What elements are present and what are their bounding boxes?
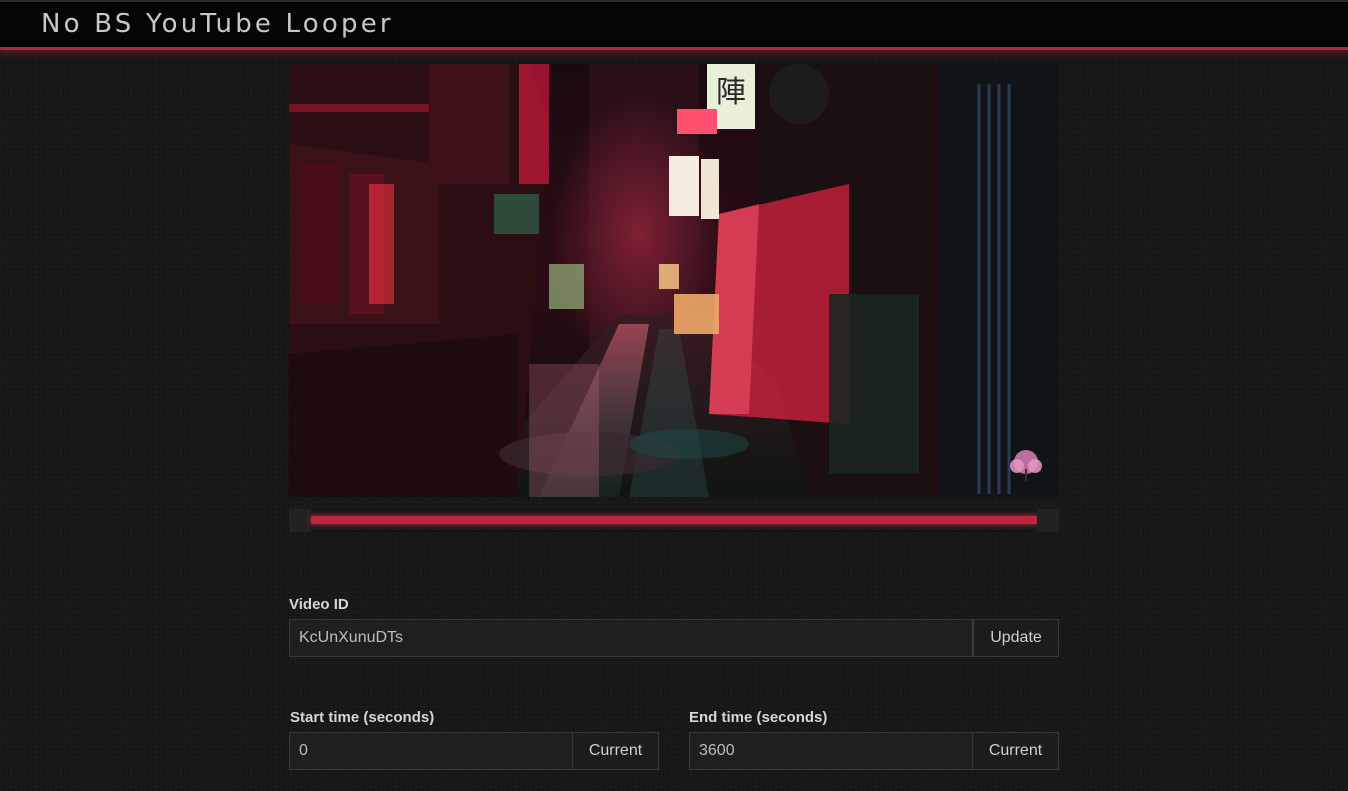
end-current-button[interactable]: Current [972, 732, 1059, 770]
update-button[interactable]: Update [973, 619, 1059, 657]
start-time-input[interactable] [289, 732, 573, 770]
loop-start-handle[interactable] [289, 509, 311, 532]
app-title: No BS YouTube Looper [41, 9, 394, 39]
app-header: No BS YouTube Looper [0, 0, 1348, 50]
end-time-label: End time (seconds) [689, 709, 828, 726]
progress-fill [311, 516, 1037, 524]
end-time-input[interactable] [689, 732, 973, 770]
video-player[interactable]: 陣 [289, 64, 1059, 497]
video-id-label: Video ID [289, 596, 349, 613]
video-id-input[interactable] [289, 619, 973, 657]
start-time-label: Start time (seconds) [290, 709, 435, 726]
loop-progress-bar[interactable] [289, 509, 1059, 532]
loop-end-handle[interactable] [1037, 509, 1059, 532]
start-current-button[interactable]: Current [572, 732, 659, 770]
sign-glyph: 陣 [716, 75, 746, 110]
video-frame[interactable]: 陣 [289, 64, 1059, 497]
